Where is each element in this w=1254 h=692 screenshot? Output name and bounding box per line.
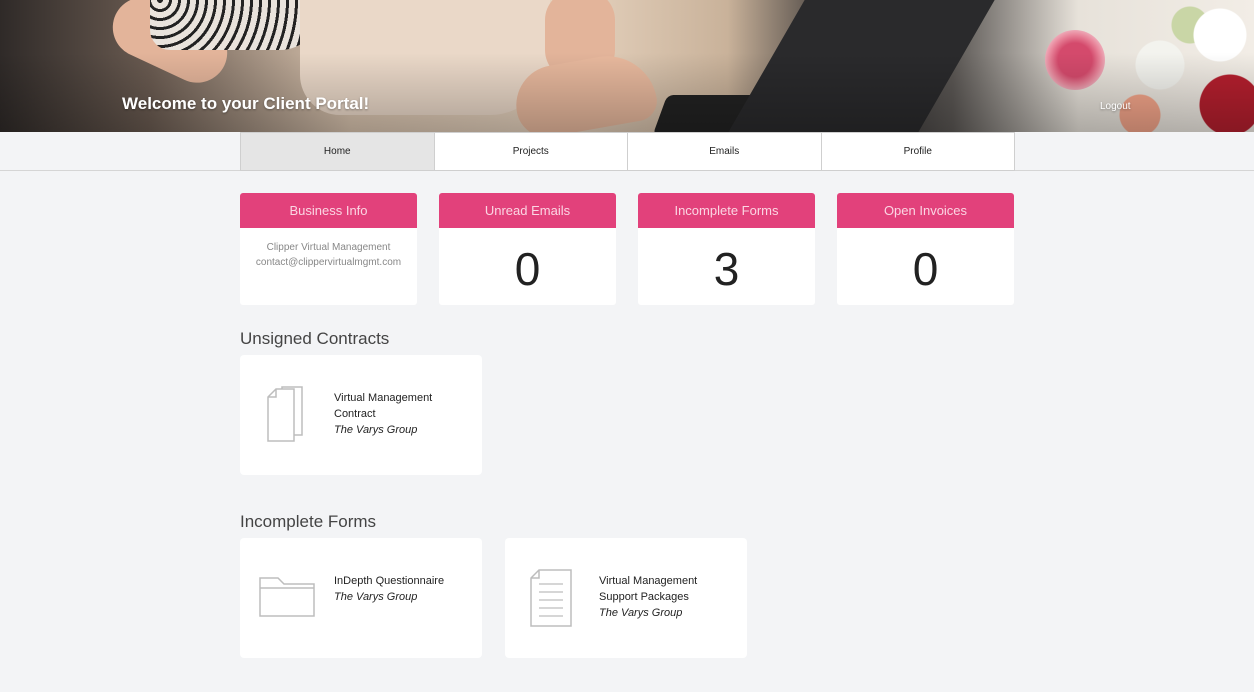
form-title-line2: Support Packages — [599, 591, 689, 603]
incomplete-forms-count: 3 — [713, 243, 740, 295]
form-client: The Varys Group — [599, 607, 683, 619]
incomplete-forms-heading: Incomplete Forms — [240, 512, 377, 531]
documents-icon — [267, 386, 303, 442]
unread-emails-title: Unread Emails — [439, 193, 616, 228]
contract-title-line2: Contract — [334, 408, 376, 420]
tab-projects[interactable]: Projects — [434, 132, 628, 171]
contract-card[interactable]: Virtual Management Contract The Varys Gr… — [240, 355, 482, 475]
open-invoices-count: 0 — [912, 243, 939, 295]
contract-title-line1: Virtual Management — [334, 392, 433, 404]
incomplete-forms-title: Incomplete Forms — [638, 193, 815, 228]
incomplete-forms-card[interactable]: Incomplete Forms 3 — [638, 193, 815, 305]
tab-profile[interactable]: Profile — [821, 132, 1015, 171]
business-info-card: Business Info Clipper Virtual Management… — [240, 193, 417, 305]
open-invoices-title: Open Invoices — [837, 193, 1014, 228]
business-email: contact@clippervirtualmgmt.com — [255, 257, 402, 268]
nav-bar: Home Projects Emails Profile — [0, 132, 1254, 171]
nav-tabs: Home Projects Emails Profile — [240, 132, 1015, 171]
unread-emails-count: 0 — [514, 243, 541, 295]
form-title-line1: Virtual Management — [599, 575, 698, 587]
form-title: InDepth Questionnaire — [334, 575, 445, 587]
unsigned-contracts-heading: Unsigned Contracts — [240, 329, 390, 348]
logout-link[interactable]: Logout — [1100, 101, 1131, 112]
tab-emails[interactable]: Emails — [628, 132, 822, 171]
folder-icon — [259, 577, 315, 617]
business-info-title: Business Info — [240, 193, 417, 228]
form-card-support-packages[interactable]: Virtual Management Support Packages The … — [505, 538, 747, 658]
contract-client: The Varys Group — [334, 424, 418, 436]
unread-emails-card[interactable]: Unread Emails 0 — [439, 193, 616, 305]
tab-home[interactable]: Home — [240, 132, 435, 171]
form-card-questionnaire[interactable]: InDepth Questionnaire The Varys Group — [240, 538, 482, 658]
form-icon — [530, 569, 572, 627]
business-name: Clipper Virtual Management — [266, 242, 391, 253]
hero-banner: Welcome to your Client Portal! Logout — [0, 0, 1254, 132]
open-invoices-card[interactable]: Open Invoices 0 — [837, 193, 1014, 305]
page-title: Welcome to your Client Portal! — [122, 94, 370, 113]
form-client: The Varys Group — [334, 591, 418, 603]
